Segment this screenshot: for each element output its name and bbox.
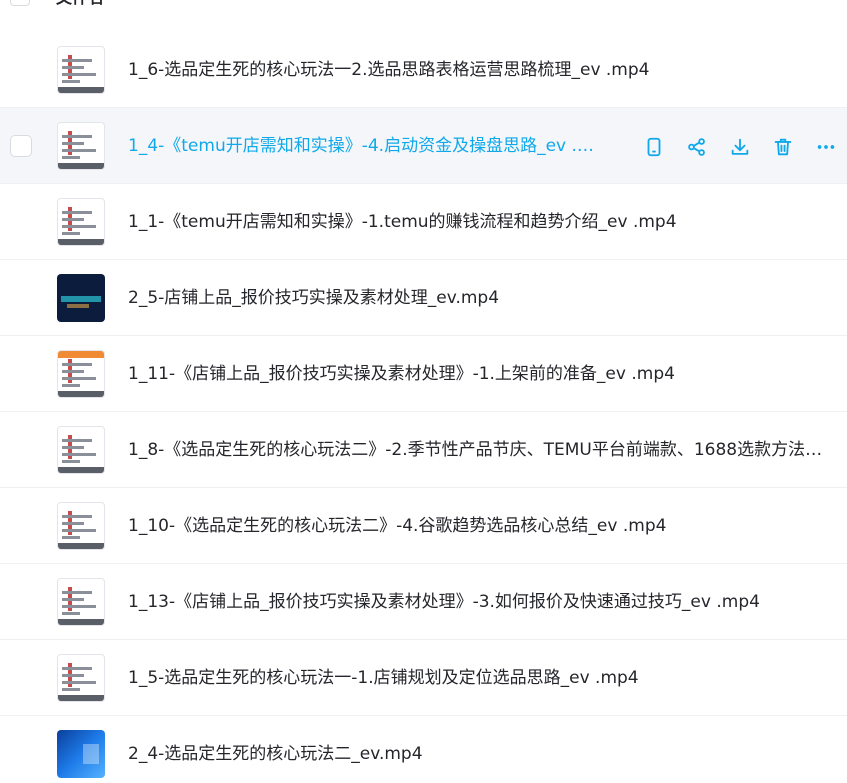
- file-row[interactable]: 2_4-选品定生死的核心玩法二_ev.mp4: [0, 716, 847, 783]
- video-thumbnail[interactable]: [57, 122, 105, 170]
- file-row[interactable]: 1_6-选品定生死的核心玩法一2.选品思路表格运营思路梳理_ev .mp4: [0, 32, 847, 108]
- download-icon: [729, 136, 751, 158]
- more-icon: [815, 136, 837, 158]
- video-thumbnail[interactable]: [57, 578, 105, 626]
- select-all-checkbox[interactable]: [10, 0, 30, 6]
- video-thumbnail[interactable]: [57, 46, 105, 94]
- video-thumbnail[interactable]: [57, 502, 105, 550]
- open-on-mobile-button[interactable]: [639, 132, 669, 162]
- file-name[interactable]: 2_4-选品定生死的核心玩法二_ev.mp4: [128, 743, 828, 765]
- file-row[interactable]: 1_11-《店铺上品_报价技巧实操及素材处理》-1.上架前的准备_ev .mp4: [0, 336, 847, 412]
- video-thumbnail[interactable]: [57, 274, 105, 322]
- file-name[interactable]: 2_5-店铺上品_报价技巧实操及素材处理_ev.mp4: [128, 287, 828, 309]
- share-icon: [686, 136, 708, 158]
- video-thumbnail[interactable]: [57, 426, 105, 474]
- file-name[interactable]: 1_6-选品定生死的核心玩法一2.选品思路表格运营思路梳理_ev .mp4: [128, 59, 828, 81]
- video-thumbnail[interactable]: [57, 730, 105, 778]
- file-row[interactable]: 2_5-店铺上品_报价技巧实操及素材处理_ev.mp4: [0, 260, 847, 336]
- mobile-icon: [643, 136, 665, 158]
- file-row[interactable]: 1_5-选品定生死的核心玩法一-1.店铺规划及定位选品思路_ev .mp4: [0, 640, 847, 716]
- file-name[interactable]: 1_13-《店铺上品_报价技巧实操及素材处理》-3.如何报价及快速通过技巧_ev…: [128, 591, 828, 613]
- trash-icon: [772, 136, 794, 158]
- file-name[interactable]: 1_10-《选品定生死的核心玩法二》-4.谷歌趋势选品核心总结_ev .mp4: [128, 515, 828, 537]
- file-name[interactable]: 1_8-《选品定生死的核心玩法二》-2.季节性产品节庆、TEMU平台前端款、16…: [128, 439, 828, 461]
- video-thumbnail[interactable]: [57, 654, 105, 702]
- file-list-page: 文件名 1_6-选品定生死的核心玩法一2.选品思路表格运营思路梳理_ev .mp…: [0, 0, 847, 783]
- file-list: 1_6-选品定生死的核心玩法一2.选品思路表格运营思路梳理_ev .mp4 1_4…: [0, 32, 847, 783]
- video-thumbnail[interactable]: [57, 198, 105, 246]
- video-thumbnail[interactable]: [57, 350, 105, 398]
- delete-button[interactable]: [768, 132, 798, 162]
- file-row[interactable]: 1_4-《temu开店需知和实操》-4.启动资金及操盘思路_ev .mp4: [0, 108, 847, 184]
- file-row[interactable]: 1_1-《temu开店需知和实操》-1.temu的赚钱流程和趋势介绍_ev .m…: [0, 184, 847, 260]
- file-row[interactable]: 1_10-《选品定生死的核心玩法二》-4.谷歌趋势选品核心总结_ev .mp4: [0, 488, 847, 564]
- file-name[interactable]: 1_11-《店铺上品_报价技巧实操及素材处理》-1.上架前的准备_ev .mp4: [128, 363, 828, 385]
- list-header: 文件名: [0, 0, 847, 12]
- more-button[interactable]: [811, 132, 841, 162]
- file-row[interactable]: 1_8-《选品定生死的核心玩法二》-2.季节性产品节庆、TEMU平台前端款、16…: [0, 412, 847, 488]
- share-button[interactable]: [682, 132, 712, 162]
- file-name[interactable]: 1_5-选品定生死的核心玩法一-1.店铺规划及定位选品思路_ev .mp4: [128, 667, 828, 689]
- file-name[interactable]: 1_4-《temu开店需知和实操》-4.启动资金及操盘思路_ev .mp4: [128, 135, 608, 157]
- column-header-filename: 文件名: [56, 0, 104, 8]
- file-row[interactable]: 1_13-《店铺上品_报价技巧实操及素材处理》-3.如何报价及快速通过技巧_ev…: [0, 564, 847, 640]
- file-name[interactable]: 1_1-《temu开店需知和实操》-1.temu的赚钱流程和趋势介绍_ev .m…: [128, 211, 828, 233]
- row-checkbox[interactable]: [10, 135, 32, 157]
- row-actions: [639, 132, 841, 162]
- download-button[interactable]: [725, 132, 755, 162]
